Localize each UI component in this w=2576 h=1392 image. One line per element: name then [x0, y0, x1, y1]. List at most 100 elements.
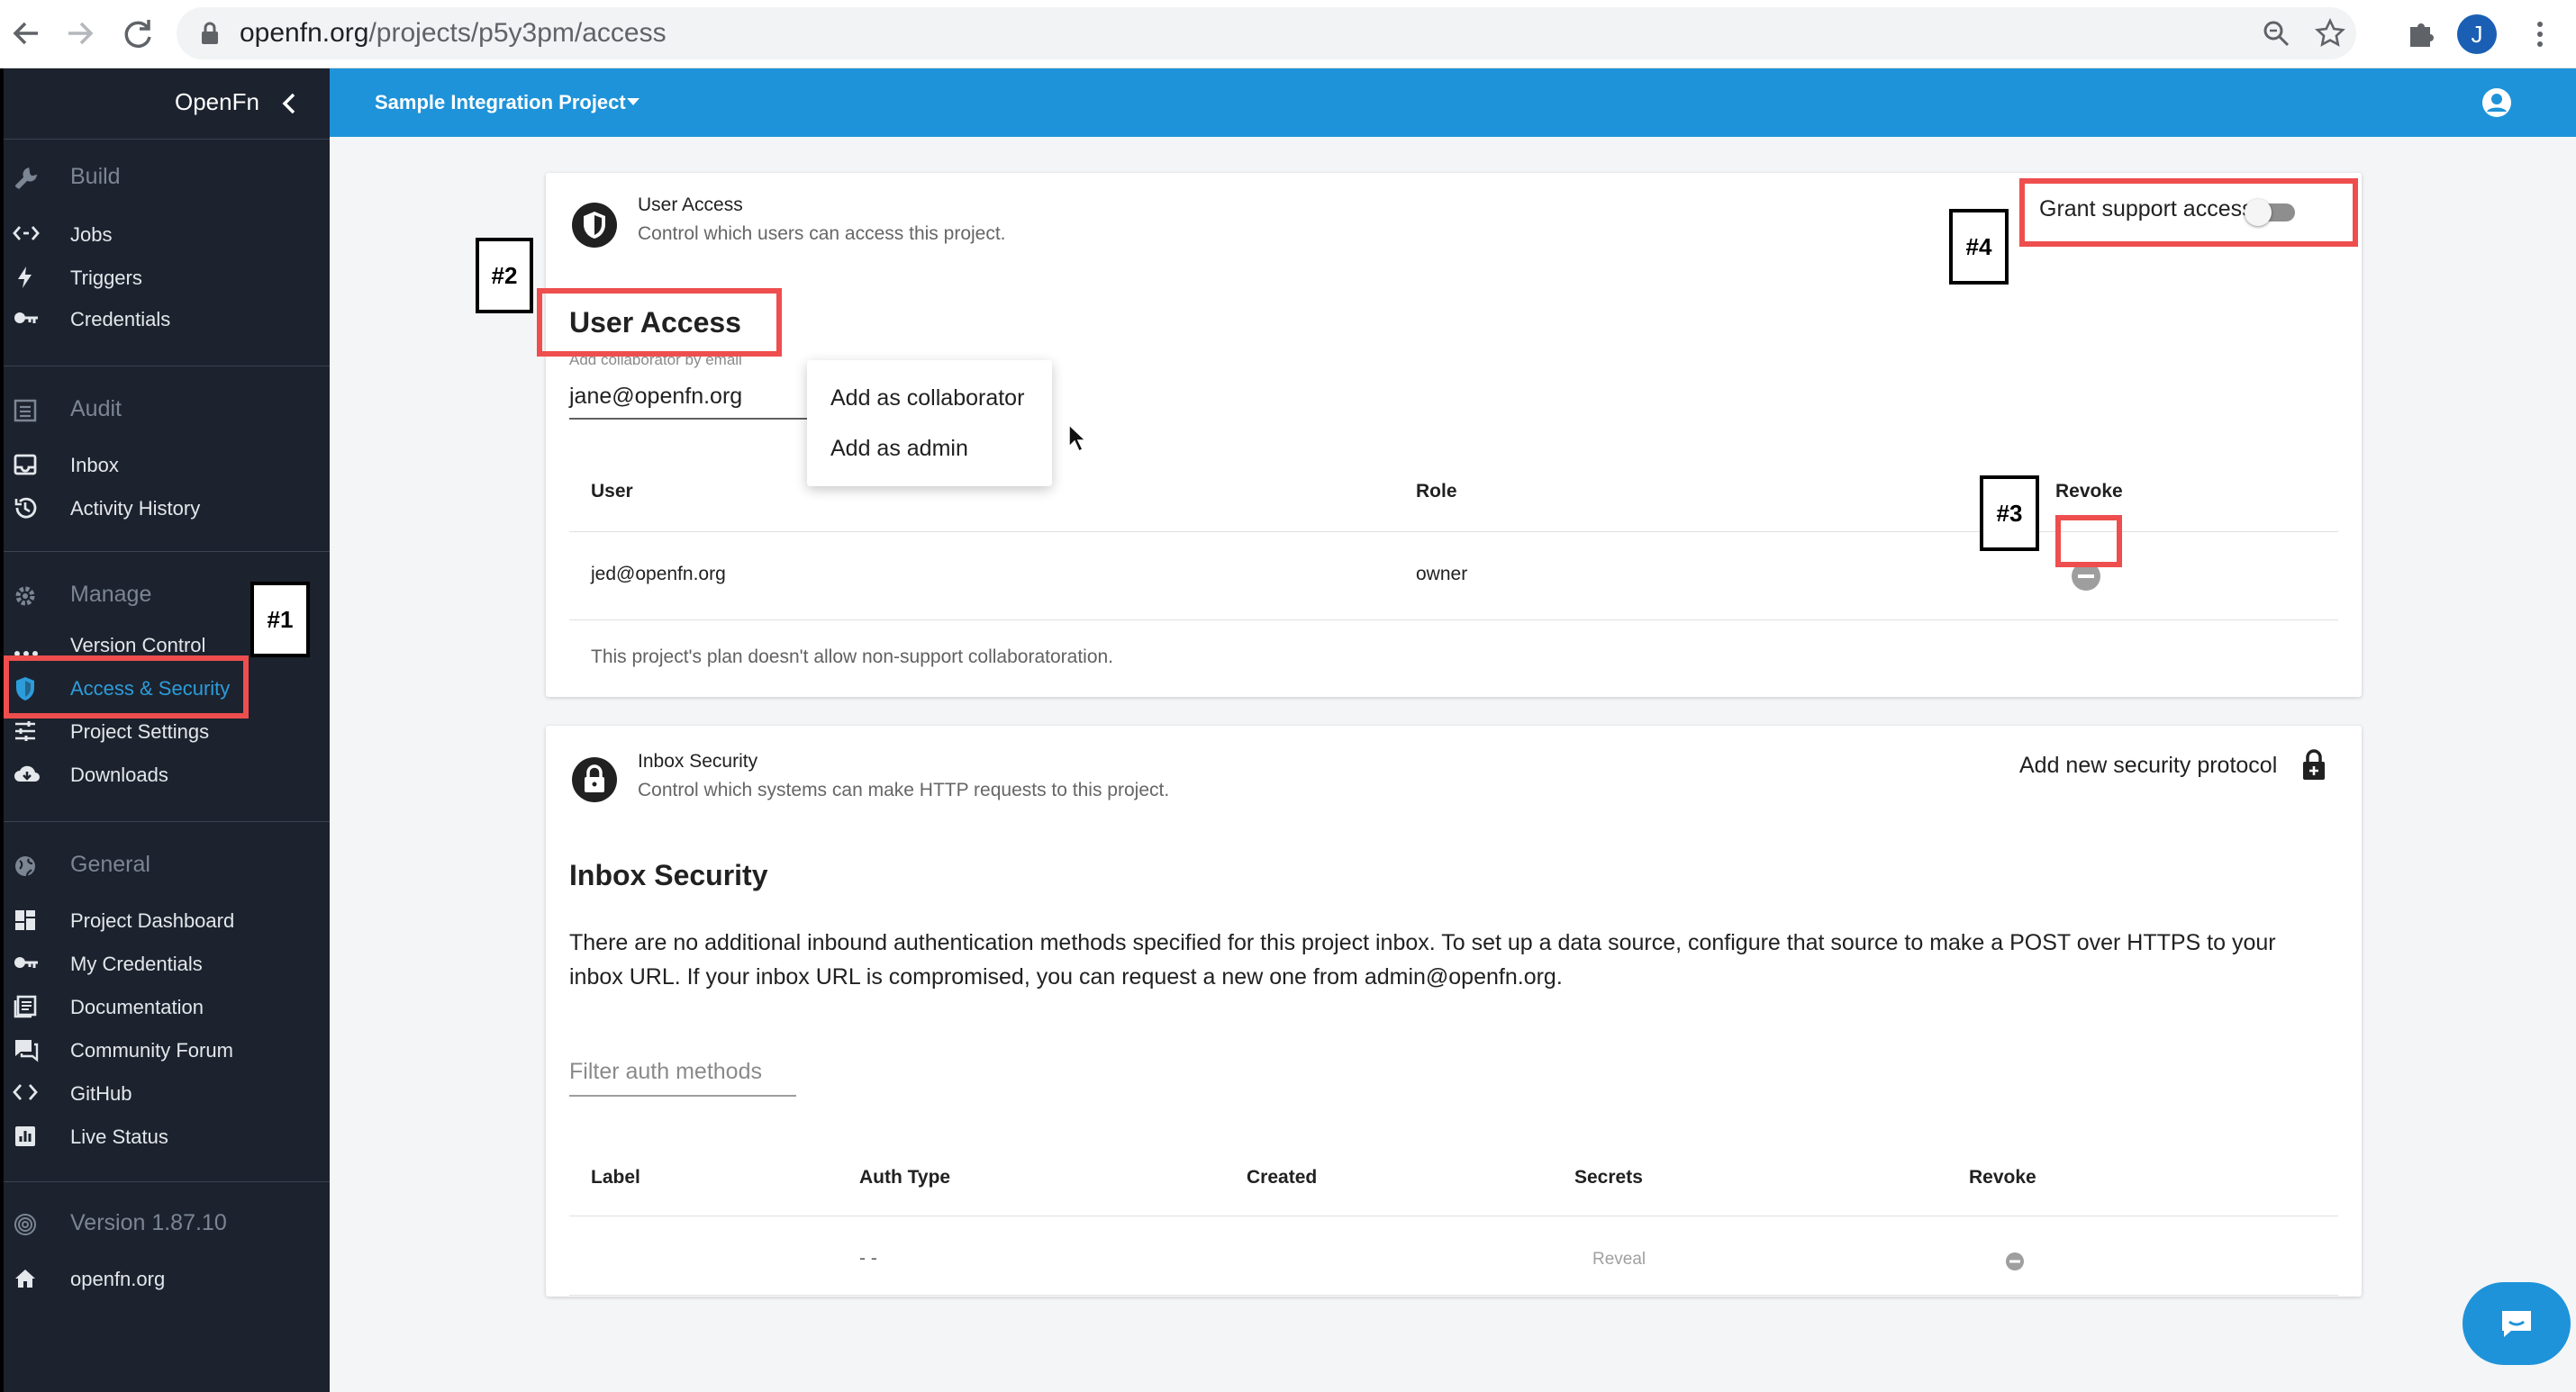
- code-icon: [13, 1084, 38, 1100]
- caret-down-icon[interactable]: [625, 95, 641, 108]
- forward-button[interactable]: [58, 11, 103, 56]
- row-divider: [569, 619, 2338, 620]
- highlight-revoke-button: [2055, 515, 2122, 567]
- card-subtitle: Control which users can access this proj…: [638, 223, 1006, 244]
- key-icon: [14, 312, 38, 323]
- add-lock-icon[interactable]: [2300, 749, 2327, 782]
- version-label: Version 1.87.10: [4, 1205, 330, 1241]
- cloud-download-icon: [14, 765, 40, 782]
- sidebar: OpenFn Build Jobs Triggers Credentials A…: [0, 68, 330, 1392]
- sidebar-divider: [4, 139, 330, 140]
- annotation-tag-3: #3: [1980, 475, 2039, 551]
- inbox-icon: [14, 454, 37, 475]
- gear-icon: [15, 586, 35, 606]
- column-header-label: Label: [591, 1167, 640, 1188]
- sidebar-divider: [4, 551, 330, 552]
- top-bar: Sample Integration Project: [330, 68, 2576, 137]
- card-title: User Access: [638, 194, 743, 215]
- filter-underline: [569, 1095, 796, 1097]
- sidebar-item-community-forum[interactable]: Community Forum: [4, 1030, 330, 1070]
- column-header-role: Role: [1416, 481, 1457, 502]
- url-text: openfn.org/projects/p5y3pm/access: [240, 18, 667, 48]
- section-build: Build: [4, 158, 330, 194]
- back-button[interactable]: [4, 11, 49, 56]
- highlight-grant-support-toggle: [2019, 178, 2358, 247]
- arrow-left-icon: [13, 22, 38, 45]
- sidebar-item-triggers[interactable]: Triggers: [4, 258, 330, 297]
- zoom-icon[interactable]: [2261, 18, 2291, 49]
- section-audit: Audit: [4, 391, 330, 427]
- history-icon: [14, 497, 37, 519]
- input-underline: [569, 418, 812, 420]
- card-title: Inbox Security: [638, 751, 758, 772]
- sidebar-item-project-dashboard[interactable]: Project Dashboard: [4, 900, 330, 940]
- menu-item-add-collaborator[interactable]: Add as collaborator: [830, 385, 1024, 411]
- user-role: owner: [1416, 564, 1468, 584]
- reveal-secret-button[interactable]: Reveal: [1592, 1250, 1646, 1270]
- forum-icon: [15, 1040, 39, 1062]
- sidebar-brand: OpenFn: [4, 68, 330, 139]
- lock-icon: [202, 22, 218, 44]
- sidebar-item-live-status[interactable]: Live Status: [4, 1116, 330, 1156]
- collaborator-email-input[interactable]: jane@openfn.org: [569, 384, 742, 410]
- bar-chart-icon: [15, 1126, 35, 1146]
- profile-avatar[interactable]: J: [2457, 14, 2497, 54]
- sidebar-item-downloads[interactable]: Downloads: [4, 755, 330, 794]
- arrow-right-icon: [68, 22, 94, 45]
- section-general: General: [4, 846, 330, 882]
- sidebar-item-home[interactable]: openfn.org: [4, 1259, 330, 1298]
- extensions-icon[interactable]: [2405, 18, 2437, 50]
- account-button[interactable]: [2481, 86, 2513, 123]
- row-divider: [569, 1295, 2338, 1296]
- column-header-auth-type: Auth Type: [859, 1167, 951, 1188]
- sidebar-item-inbox[interactable]: Inbox: [4, 445, 330, 484]
- column-header-created: Created: [1247, 1167, 1318, 1188]
- card-subtitle: Control which systems can make HTTP requ…: [638, 780, 1170, 800]
- collapse-sidebar-button[interactable]: [277, 90, 303, 122]
- lightning-icon: [18, 267, 32, 288]
- dashboard-icon: [15, 910, 35, 930]
- browser-toolbar: openfn.org/projects/p5y3pm/access J: [0, 0, 2576, 68]
- column-header-revoke: Revoke: [1969, 1167, 2036, 1188]
- menu-item-add-admin[interactable]: Add as admin: [830, 436, 968, 462]
- annotation-tag-1: #1: [250, 582, 310, 657]
- reload-icon: [124, 20, 151, 49]
- fingerprint-icon: [14, 1214, 36, 1235]
- sidebar-item-jobs[interactable]: Jobs: [4, 214, 330, 254]
- mouse-cursor-icon: [1068, 423, 1087, 453]
- shield-icon: [572, 203, 617, 248]
- sidebar-item-github[interactable]: GitHub: [4, 1073, 330, 1113]
- highlight-access-security: [4, 655, 249, 719]
- sidebar-divider: [4, 1181, 330, 1182]
- reload-button[interactable]: [115, 11, 160, 56]
- highlight-user-access-heading: [537, 288, 782, 357]
- sidebar-item-my-credentials[interactable]: My Credentials: [4, 944, 330, 983]
- column-header-revoke: Revoke: [2055, 481, 2123, 502]
- sidebar-item-documentation[interactable]: Documentation: [4, 987, 330, 1026]
- project-switcher[interactable]: Sample Integration Project: [375, 91, 626, 114]
- dots-icon: [14, 651, 38, 656]
- sidebar-item-credentials[interactable]: Credentials: [4, 299, 330, 339]
- sidebar-item-activity-history[interactable]: Activity History: [4, 488, 330, 528]
- sidebar-divider: [4, 821, 330, 822]
- inbox-security-card: Inbox Security Control which systems can…: [546, 726, 2362, 1297]
- filter-auth-methods-input[interactable]: Filter auth methods: [569, 1059, 762, 1085]
- add-collaborator-menu: Add as collaborator Add as admin: [807, 360, 1052, 486]
- book-icon: [14, 995, 37, 1018]
- more-options-icon[interactable]: [2531, 18, 2549, 50]
- home-icon: [15, 1270, 35, 1288]
- column-header-user: User: [591, 481, 633, 502]
- auth-type: - -: [859, 1248, 877, 1269]
- column-header-secrets: Secrets: [1574, 1167, 1643, 1188]
- lock-icon: [572, 757, 617, 802]
- add-security-protocol-button[interactable]: Add new security protocol: [2019, 753, 2277, 779]
- remove-circle-icon: [2006, 1252, 2024, 1270]
- revoke-auth-button[interactable]: [2005, 1252, 2025, 1276]
- annotation-tag-2: #2: [476, 238, 533, 313]
- chat-support-button[interactable]: [2463, 1282, 2571, 1365]
- address-bar[interactable]: openfn.org/projects/p5y3pm/access: [177, 7, 2356, 59]
- code-arrows-icon: [13, 226, 40, 240]
- list-icon: [14, 399, 37, 422]
- user-email: jed@openfn.org: [591, 564, 726, 584]
- bookmark-star-icon[interactable]: [2315, 18, 2345, 49]
